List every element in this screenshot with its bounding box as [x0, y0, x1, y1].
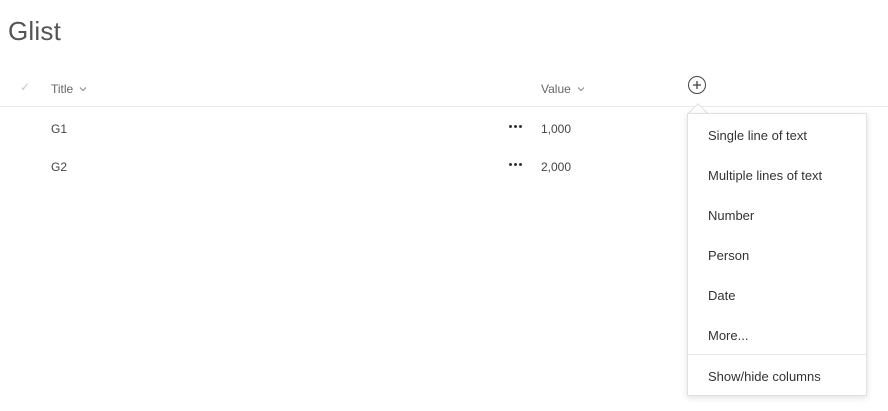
menu-item-multiple-lines-text[interactable]: Multiple lines of text	[688, 155, 866, 195]
add-circle-icon	[693, 81, 701, 89]
table-row[interactable]: G1 1,000	[0, 108, 680, 146]
ellipsis-dot	[508, 124, 512, 128]
menu-item-single-line-text[interactable]: Single line of text	[688, 115, 866, 155]
ellipsis-dot	[518, 124, 522, 128]
menu-item-date[interactable]: Date	[688, 275, 866, 315]
add-column-menu: Single line of text Multiple lines of te…	[687, 113, 867, 396]
column-header-row: ✓ Title Value	[0, 70, 888, 107]
add-column-button[interactable]	[688, 76, 706, 94]
chevron-down-icon	[79, 87, 87, 92]
column-header-title-label: Title	[51, 82, 74, 96]
menu-item-show-hide-columns[interactable]: Show/hide columns	[688, 356, 866, 396]
row-value-cell: 1,000	[541, 122, 572, 136]
ellipsis-dot	[513, 162, 517, 166]
ellipsis-dot	[518, 162, 522, 166]
row-title-cell[interactable]: G2	[51, 160, 67, 174]
column-header-value[interactable]: Value	[541, 80, 585, 98]
row-title-cell[interactable]: G1	[51, 122, 67, 136]
row-value-cell: 2,000	[541, 160, 572, 174]
menu-item-number[interactable]: Number	[688, 195, 866, 235]
ellipsis-dot	[513, 124, 517, 128]
row-more-actions-button[interactable]	[505, 157, 525, 171]
column-header-value-label: Value	[541, 82, 571, 96]
menu-item-more[interactable]: More...	[688, 315, 866, 355]
select-all-check-icon[interactable]: ✓	[18, 80, 32, 94]
column-header-title[interactable]: Title	[51, 80, 87, 98]
list-page: Glist ✓ Title Value G1 1,000 G2 2,000 Si…	[0, 0, 888, 411]
chevron-down-icon	[577, 87, 585, 92]
menu-divider	[688, 354, 866, 355]
menu-item-person[interactable]: Person	[688, 235, 866, 275]
ellipsis-dot	[508, 162, 512, 166]
table-row[interactable]: G2 2,000	[0, 146, 680, 184]
row-more-actions-button[interactable]	[505, 119, 525, 133]
page-title: Glist	[8, 16, 61, 46]
